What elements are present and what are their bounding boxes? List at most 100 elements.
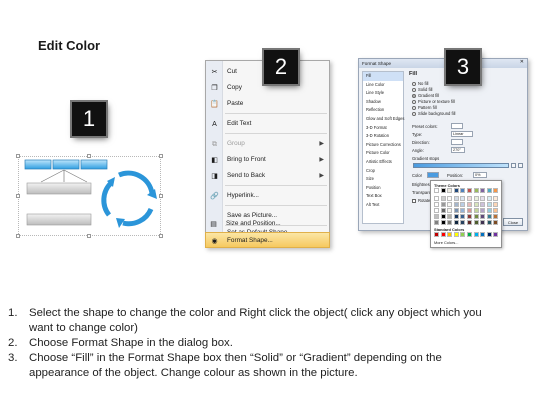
- theme-color-swatch[interactable]: [480, 188, 486, 193]
- menu-item-format-shape[interactable]: ◉ Format Shape...: [205, 232, 330, 248]
- angle-input[interactable]: 270°: [451, 147, 465, 153]
- theme-color-swatch[interactable]: [467, 188, 472, 193]
- theme-color-swatch[interactable]: [486, 196, 492, 201]
- selection-handle[interactable]: [16, 154, 20, 158]
- theme-color-swatch[interactable]: [447, 220, 453, 225]
- nav-item-position[interactable]: Position: [363, 184, 403, 193]
- theme-color-swatch[interactable]: [460, 220, 466, 225]
- theme-color-swatch[interactable]: [480, 208, 486, 213]
- more-colors-link[interactable]: More Colors...: [434, 240, 458, 245]
- theme-color-swatch[interactable]: [440, 208, 446, 213]
- theme-color-swatch[interactable]: [460, 188, 466, 193]
- menu-item-group[interactable]: ⧉ Group ▶: [206, 136, 329, 152]
- theme-color-swatch[interactable]: [453, 188, 459, 193]
- radio-no-fill[interactable]: No fill: [412, 81, 428, 86]
- theme-color-swatch[interactable]: [480, 220, 486, 225]
- theme-color-swatch[interactable]: [434, 196, 439, 201]
- theme-color-swatch[interactable]: [467, 208, 472, 213]
- menu-item-paste[interactable]: 📋 Paste: [206, 96, 329, 112]
- theme-color-swatch[interactable]: [473, 208, 479, 213]
- theme-color-swatch[interactable]: [440, 214, 446, 219]
- selected-shape-preview[interactable]: [16, 154, 163, 238]
- theme-color-swatch[interactable]: [434, 214, 439, 219]
- theme-color-swatch[interactable]: [480, 214, 486, 219]
- standard-color-swatch[interactable]: [486, 232, 492, 237]
- nav-item-artistic-effects[interactable]: Artistic Effects: [363, 158, 403, 167]
- radio-pattern-fill[interactable]: Pattern fill: [412, 105, 437, 110]
- theme-color-swatch[interactable]: [447, 214, 453, 219]
- menu-item-hyperlink[interactable]: 🔗 Hyperlink...: [206, 188, 329, 204]
- add-stop-icon[interactable]: [511, 163, 516, 168]
- menu-item-bring-to-front[interactable]: ◧ Bring to Front ▶: [206, 152, 329, 168]
- selection-handle[interactable]: [159, 234, 163, 238]
- selection-handle[interactable]: [16, 234, 20, 238]
- menu-item-edit-text[interactable]: A Edit Text: [206, 116, 329, 132]
- standard-color-swatch[interactable]: [447, 232, 453, 237]
- theme-color-swatch[interactable]: [453, 220, 459, 225]
- menu-item-size-and-position[interactable]: ▤ Size and Position...: [205, 216, 330, 232]
- preset-colors-dropdown[interactable]: [451, 123, 463, 129]
- remove-stop-icon[interactable]: [518, 163, 523, 168]
- theme-color-swatch[interactable]: [467, 202, 472, 207]
- theme-color-swatch[interactable]: [453, 214, 459, 219]
- theme-color-swatch[interactable]: [453, 202, 459, 207]
- theme-color-swatch[interactable]: [467, 196, 472, 201]
- nav-item-picture-corrections[interactable]: Picture Corrections: [363, 141, 403, 150]
- selection-handle[interactable]: [16, 194, 20, 198]
- nav-item-picture-color[interactable]: Picture Color: [363, 149, 403, 158]
- direction-dropdown[interactable]: [451, 139, 463, 145]
- theme-color-swatch[interactable]: [486, 188, 492, 193]
- standard-color-swatch[interactable]: [460, 232, 466, 237]
- selection-handle[interactable]: [159, 154, 163, 158]
- radio-slide-background-fill[interactable]: Slide background fill: [412, 111, 455, 116]
- position-input[interactable]: 0%: [473, 172, 487, 178]
- radio-solid-fill[interactable]: Solid fill: [412, 87, 432, 92]
- theme-color-swatch[interactable]: [473, 202, 479, 207]
- close-button[interactable]: Close: [503, 218, 523, 226]
- standard-color-swatch[interactable]: [467, 232, 472, 237]
- theme-color-swatch[interactable]: [447, 188, 453, 193]
- theme-color-swatch[interactable]: [440, 202, 446, 207]
- theme-color-swatch[interactable]: [480, 196, 486, 201]
- theme-color-swatch[interactable]: [493, 208, 499, 213]
- nav-item-shadow[interactable]: Shadow: [363, 98, 403, 107]
- standard-color-swatch[interactable]: [493, 232, 499, 237]
- theme-color-swatch[interactable]: [460, 196, 466, 201]
- standard-color-swatch[interactable]: [453, 232, 459, 237]
- theme-color-swatch[interactable]: [473, 220, 479, 225]
- nav-item-crop[interactable]: Crop: [363, 167, 403, 176]
- theme-color-swatch[interactable]: [460, 214, 466, 219]
- theme-color-swatch[interactable]: [473, 188, 479, 193]
- theme-color-swatch[interactable]: [486, 202, 492, 207]
- standard-color-swatch[interactable]: [473, 232, 479, 237]
- theme-color-swatch[interactable]: [493, 220, 499, 225]
- standard-color-swatch[interactable]: [434, 232, 439, 237]
- theme-color-swatch[interactable]: [480, 202, 486, 207]
- nav-item-size[interactable]: Size: [363, 175, 403, 184]
- theme-color-swatch[interactable]: [486, 220, 492, 225]
- selection-handle[interactable]: [87, 154, 91, 158]
- selection-handle[interactable]: [159, 194, 163, 198]
- theme-color-swatch[interactable]: [493, 196, 499, 201]
- nav-item-glow[interactable]: Glow and Soft Edges: [363, 115, 404, 124]
- theme-color-swatch[interactable]: [434, 208, 439, 213]
- nav-item-3d-rotation[interactable]: 3-D Rotation: [363, 132, 403, 141]
- standard-color-swatch[interactable]: [440, 232, 446, 237]
- nav-item-line-style[interactable]: Line Style: [363, 89, 403, 98]
- theme-color-swatch[interactable]: [486, 208, 492, 213]
- standard-color-swatch[interactable]: [480, 232, 486, 237]
- selection-handle[interactable]: [87, 234, 91, 238]
- theme-color-swatch[interactable]: [447, 208, 453, 213]
- theme-color-swatch[interactable]: [467, 220, 472, 225]
- nav-item-reflection[interactable]: Reflection: [363, 106, 403, 115]
- theme-color-swatch[interactable]: [493, 214, 499, 219]
- nav-item-fill[interactable]: Fill: [363, 72, 403, 81]
- theme-color-swatch[interactable]: [447, 202, 453, 207]
- nav-item-3d-format[interactable]: 3-D Format: [363, 124, 403, 133]
- theme-color-swatch[interactable]: [453, 196, 459, 201]
- color-dropdown[interactable]: [427, 172, 439, 178]
- theme-color-swatch[interactable]: [493, 202, 499, 207]
- theme-color-swatch[interactable]: [440, 188, 446, 193]
- radio-picture-fill[interactable]: Picture or texture fill: [412, 99, 455, 104]
- theme-color-swatch[interactable]: [467, 214, 472, 219]
